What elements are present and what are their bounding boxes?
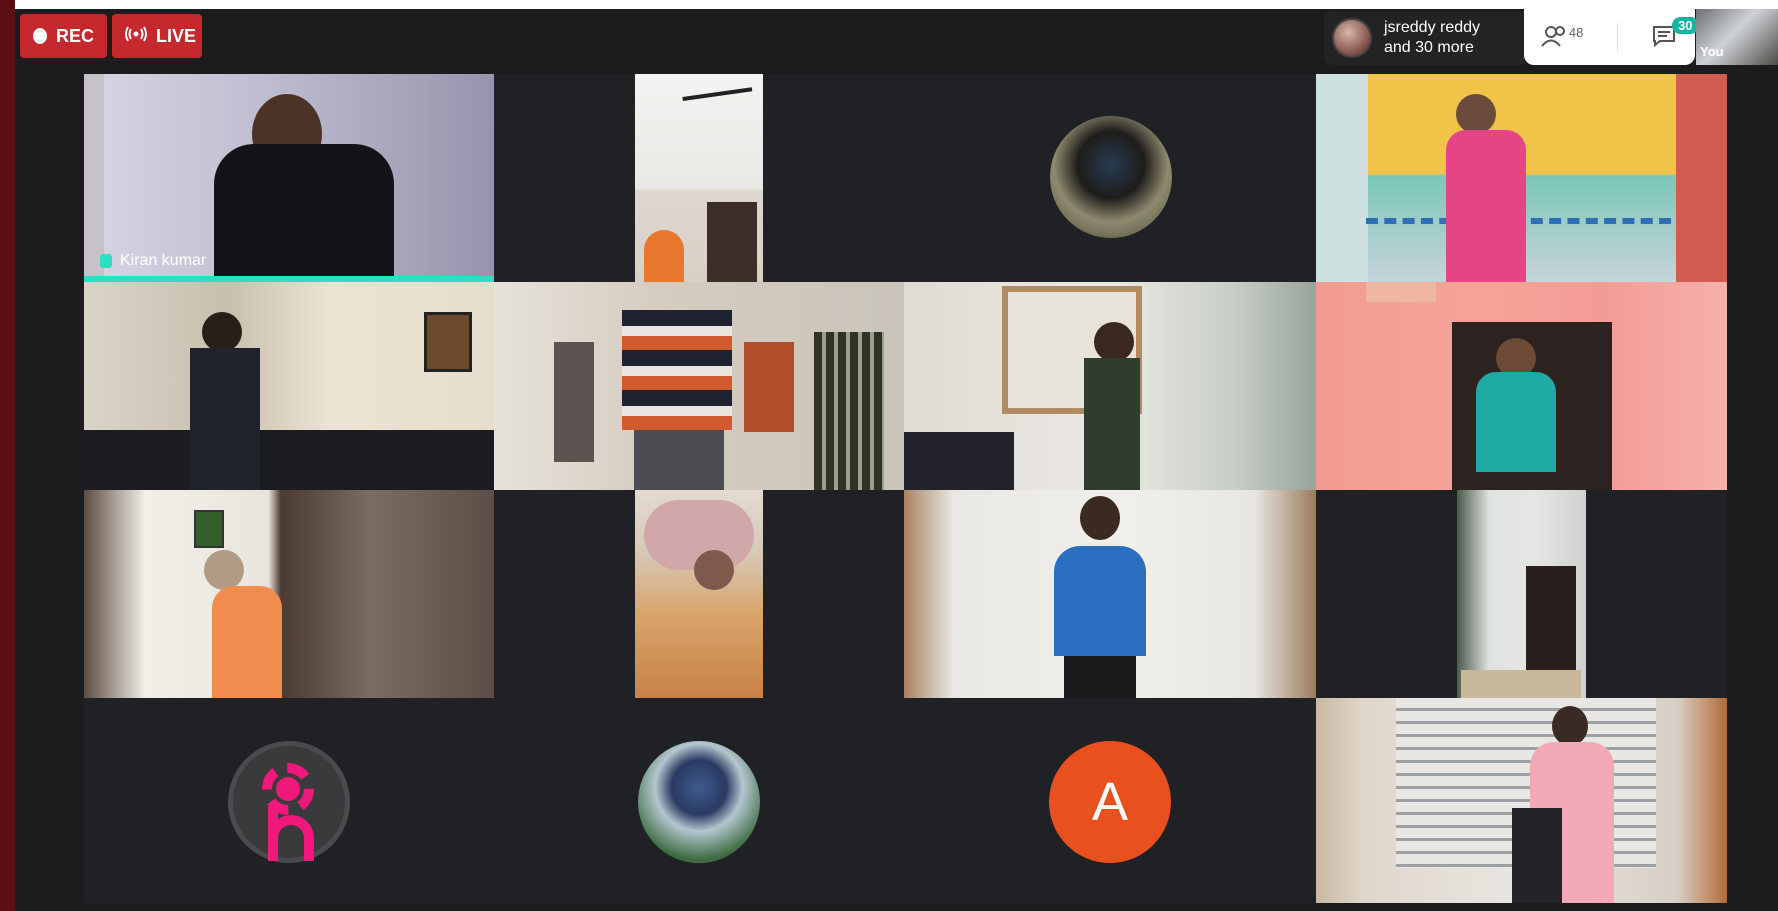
speaker-name: Kiran kumar bbox=[120, 252, 207, 269]
avatar-initial: A bbox=[1091, 772, 1129, 832]
live-label: LIVE bbox=[156, 25, 197, 46]
participants-button[interactable]: 48 bbox=[1541, 25, 1583, 50]
video-tile[interactable] bbox=[84, 698, 494, 903]
video-tile[interactable] bbox=[84, 282, 494, 490]
record-dot-icon bbox=[33, 28, 47, 44]
chat-button[interactable]: 30 bbox=[1652, 16, 1699, 50]
video-tile[interactable] bbox=[1316, 698, 1727, 903]
self-view-label: You bbox=[1700, 44, 1724, 59]
divider bbox=[1617, 23, 1619, 51]
window-frame-left bbox=[0, 0, 15, 911]
video-tile[interactable] bbox=[494, 698, 904, 903]
live-button[interactable]: LIVE bbox=[112, 14, 202, 58]
video-tile[interactable] bbox=[1316, 282, 1727, 490]
avatar bbox=[1050, 116, 1172, 238]
avatar bbox=[1332, 18, 1372, 58]
speaker-name-tag: Kiran kumar bbox=[100, 252, 206, 270]
video-tile[interactable] bbox=[1316, 74, 1727, 282]
rec-label: REC bbox=[55, 25, 94, 46]
video-tile[interactable] bbox=[904, 490, 1316, 698]
logo-avatar bbox=[228, 741, 350, 863]
video-tile[interactable] bbox=[494, 490, 904, 698]
brand-logo-icon bbox=[254, 757, 324, 861]
people-icon bbox=[1541, 25, 1569, 50]
participant-name: jsreddy reddy bbox=[1384, 19, 1481, 36]
participants-count: 48 bbox=[1568, 24, 1584, 40]
rec-button[interactable]: REC bbox=[20, 14, 107, 58]
video-tile[interactable] bbox=[904, 74, 1316, 282]
participant-more: and 30 more bbox=[1384, 39, 1474, 56]
chat-count-badge: 30 bbox=[1672, 16, 1699, 34]
self-view-thumbnail[interactable]: You bbox=[1696, 9, 1778, 65]
letter-avatar: A bbox=[1049, 741, 1171, 863]
broadcast-icon bbox=[125, 26, 147, 47]
video-tile[interactable]: A bbox=[904, 698, 1316, 903]
video-tile[interactable] bbox=[494, 74, 904, 282]
window-frame-top bbox=[15, 0, 1778, 9]
mic-active-icon bbox=[100, 254, 112, 268]
video-tile[interactable] bbox=[1316, 490, 1727, 698]
video-tile[interactable] bbox=[494, 282, 904, 490]
participants-summary[interactable]: jsreddy reddy and 30 more bbox=[1324, 11, 1524, 65]
meeting-counters: 48 30 bbox=[1524, 9, 1699, 65]
avatar bbox=[638, 741, 760, 863]
video-tile[interactable] bbox=[84, 490, 494, 698]
video-tile[interactable]: Kiran kumar bbox=[84, 74, 494, 282]
video-tile[interactable] bbox=[904, 282, 1316, 490]
